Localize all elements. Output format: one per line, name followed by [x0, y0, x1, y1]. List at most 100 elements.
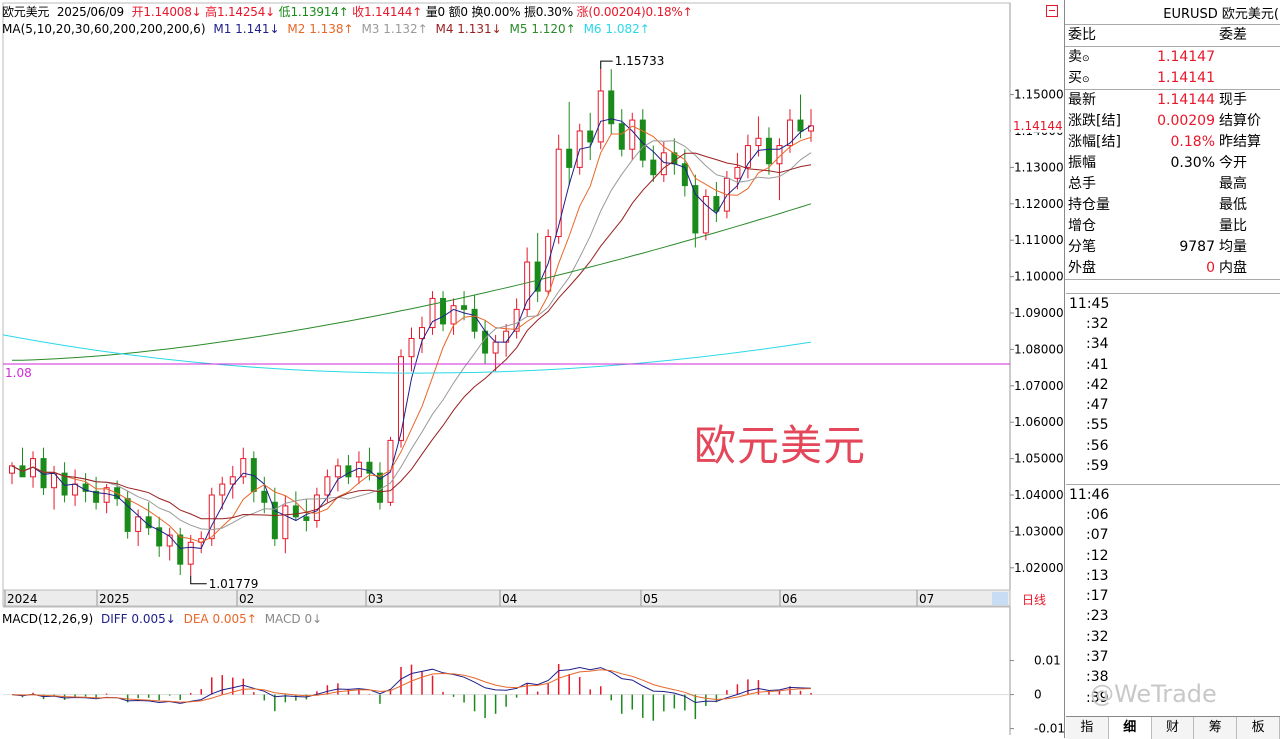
candle-body — [492, 341, 499, 354]
ma-m6: M6 1.082↑ — [583, 22, 650, 36]
candle-body — [135, 516, 142, 532]
candle-body — [566, 148, 573, 168]
kline-chart[interactable]: 1.150001.140001.130001.120001.110001.100… — [0, 0, 1064, 738]
main-frame — [2, 2, 1011, 591]
tick-time: :34 — [1086, 336, 1109, 353]
macd-legend: MACD(12,26,9) DIFF 0.005↓ DEA 0.005↑ MAC… — [2, 612, 326, 626]
tab-sector[interactable]: 板 — [1237, 717, 1280, 739]
stat-row: 涨跌[结] 0.00209 结算价 — [1065, 111, 1280, 132]
panel-header: EURUSD 欧元美元( — [1065, 0, 1280, 25]
tick-time: :07 — [1086, 527, 1109, 544]
stat-label-2: 均量 — [1219, 239, 1247, 255]
stat-row: 持仓量 最低 — [1065, 195, 1280, 216]
candle-body — [282, 505, 289, 540]
tick-time: :23 — [1086, 608, 1109, 625]
stat-row: 最新 1.14144 现手 — [1065, 90, 1280, 111]
tab-chips[interactable]: 筹 — [1194, 717, 1238, 739]
stat-value: 0.30% — [1170, 155, 1215, 171]
macd-label: MACD(12,26,9) — [2, 612, 94, 626]
candle-body — [461, 305, 468, 310]
tick-time: :59 — [1086, 458, 1109, 475]
candle-body — [324, 476, 331, 496]
high-value: 高1.14254↓ — [205, 5, 276, 19]
stat-label-2: 结算价 — [1219, 113, 1261, 129]
price-tick-label: 1.11000 — [1014, 233, 1064, 247]
candle-body — [292, 505, 299, 518]
stat-label: 振幅 — [1068, 155, 1096, 171]
candle-body — [303, 516, 310, 521]
stat-value: 0.18% — [1170, 134, 1215, 150]
tick-time: :17 — [1086, 588, 1109, 605]
tick-time: :47 — [1086, 397, 1109, 414]
tab-index[interactable]: 指 — [1066, 717, 1109, 739]
macd-dea: DEA 0.005↑ — [183, 612, 257, 626]
stat-label-2: 量比 — [1219, 218, 1247, 234]
bid-clock-icon: ⊙ — [1082, 75, 1090, 85]
order-ratio-label: 委比 — [1068, 27, 1096, 43]
turnover-value: 换0.00% — [471, 5, 521, 19]
tick-list: :32:34:41:42:47:55:56:59 — [1066, 314, 1280, 476]
time-tick-label: 07 — [919, 592, 934, 606]
candle-body — [660, 152, 667, 176]
open-value: 开1.14008↓ — [131, 5, 202, 19]
stat-label-2: 内盘 — [1219, 260, 1247, 276]
time-tick-label: 2024 — [7, 592, 38, 606]
stat-row: 外盘 0 内盘 — [1065, 258, 1280, 280]
stat-value: 1.14144 — [1157, 92, 1215, 108]
candle-body — [345, 465, 352, 478]
price-tick-label: 1.06000 — [1014, 415, 1064, 429]
candle-body — [408, 337, 415, 358]
period-day-button[interactable]: 日线 — [1010, 592, 1062, 609]
candle-body — [219, 483, 226, 496]
tab-finance[interactable]: 财 — [1152, 717, 1195, 739]
candle-body — [587, 130, 594, 143]
stat-label: 总手 — [1068, 176, 1096, 192]
close-value: 收1.14144↑ — [352, 5, 423, 19]
candle-body — [187, 541, 194, 565]
candle-body — [713, 196, 720, 212]
stat-value: 0.00209 — [1157, 113, 1215, 129]
candle-body — [124, 498, 131, 532]
price-tick-label: 1.15000 — [1014, 88, 1064, 102]
candle-body — [334, 465, 341, 478]
macd-tick-label: -0.01 — [1034, 722, 1064, 736]
price-tick-label: 1.10000 — [1014, 270, 1064, 284]
candle-body — [797, 119, 804, 132]
candle-body — [650, 159, 657, 176]
candle-body — [397, 356, 404, 441]
candle-body — [629, 119, 636, 150]
candle-body — [639, 119, 646, 161]
stat-value: 9787 — [1179, 239, 1215, 255]
stat-rows: 最新 1.14144 现手 涨跌[结] 0.00209 结算价 涨幅[结] 0.18% 昨结算振… — [1065, 90, 1280, 280]
candle-body — [755, 137, 762, 147]
tick-list: :06:07:12:13:17:23:32:37:38:39 — [1066, 505, 1280, 708]
low-label: 1.01779 — [209, 577, 259, 591]
tick-block-1145: 11:45 :32:34:41:42:47:55:56:59 — [1066, 293, 1280, 476]
ask-row: 卖⊙ 1.14147 — [1065, 47, 1280, 68]
tick-time: :06 — [1086, 507, 1109, 523]
tick-time: :42 — [1086, 376, 1109, 393]
macd-tick-label: 0 — [1034, 688, 1042, 702]
candle-body — [72, 483, 79, 496]
ask-value: 1.14147 — [1157, 49, 1215, 65]
tab-detail[interactable]: 细 — [1108, 717, 1152, 739]
ma-m5: M5 1.120↑ — [509, 22, 576, 36]
candle-body — [555, 148, 562, 238]
tick-time-head: 11:45 — [1069, 296, 1110, 312]
bid-row: 买⊙ 1.14141 — [1065, 68, 1280, 90]
stat-label: 持仓量 — [1068, 197, 1110, 213]
restore-window-icon[interactable] — [1046, 5, 1058, 17]
stat-label-2: 今开 — [1219, 155, 1247, 171]
low-marker — [190, 575, 207, 585]
stat-label: 外盘 — [1068, 260, 1096, 276]
time-tick-label: 03 — [368, 592, 383, 606]
low-value: 低1.13914↑ — [278, 5, 349, 19]
tick-time: :37 — [1086, 649, 1109, 666]
order-ratio-row: 委比 委差 — [1065, 25, 1280, 47]
stat-row: 涨幅[结] 0.18% 昨结算 — [1065, 132, 1280, 153]
hline-label: 1.08 — [5, 366, 32, 380]
ma-m2: M2 1.138↑ — [287, 22, 354, 36]
tick-time-head: 11:46 — [1069, 487, 1110, 503]
amount-value: 额0 — [448, 5, 468, 19]
scroll-thumb — [992, 592, 1008, 605]
